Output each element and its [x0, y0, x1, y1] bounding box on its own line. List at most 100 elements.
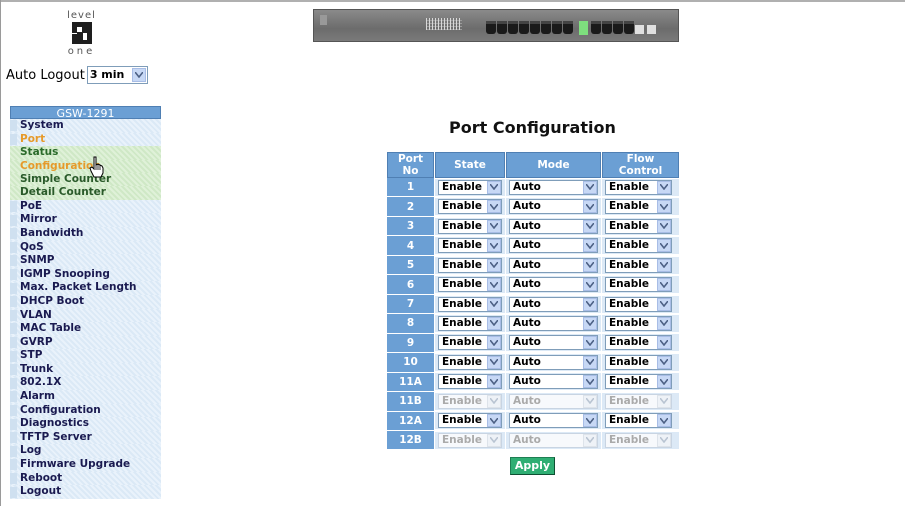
sidebar-item-gvrp[interactable]: GVRP — [10, 335, 161, 350]
mode-select[interactable]: Auto — [509, 374, 598, 390]
mode-select[interactable]: Auto — [509, 277, 598, 293]
sidebar-item-poe[interactable]: PoE — [10, 199, 161, 214]
chevron-down-icon[interactable] — [583, 414, 597, 428]
mode-select[interactable]: Auto — [509, 335, 598, 351]
chevron-down-icon[interactable] — [583, 180, 597, 194]
chevron-down-icon[interactable] — [657, 258, 671, 272]
sidebar-item-reboot[interactable]: Reboot — [10, 471, 161, 486]
sidebar-item-stp[interactable]: STP — [10, 349, 161, 363]
chevron-down-icon[interactable] — [487, 200, 501, 214]
chevron-down-icon[interactable] — [131, 68, 146, 82]
mode-select[interactable]: Auto — [509, 257, 598, 273]
sidebar-item-mirror[interactable]: Mirror — [10, 213, 161, 227]
apply-button[interactable]: Apply — [510, 457, 555, 475]
mode-select[interactable]: Auto — [509, 413, 598, 429]
chevron-down-icon[interactable] — [657, 200, 671, 214]
state-select[interactable]: Enable — [438, 315, 502, 331]
flow-control-select[interactable]: Enable — [605, 257, 672, 273]
mode-select[interactable]: Auto — [509, 296, 598, 312]
mode-select[interactable]: Auto — [509, 199, 598, 215]
sidebar-item-bandwidth[interactable]: Bandwidth — [10, 226, 161, 241]
state-select[interactable]: Enable — [438, 277, 502, 293]
sidebar-item-snmp[interactable]: SNMP — [10, 254, 161, 268]
sidebar-item-diagnostics[interactable]: Diagnostics — [10, 417, 161, 431]
state-select[interactable]: Enable — [438, 374, 502, 390]
state-select[interactable]: Enable — [438, 218, 502, 234]
sidebar-subitem-configuration[interactable]: Configuration — [10, 159, 161, 173]
sidebar-item-qos[interactable]: QoS — [10, 240, 161, 255]
state-select[interactable]: Enable — [438, 413, 502, 429]
chevron-down-icon[interactable] — [583, 297, 597, 311]
flow-control-select[interactable]: Enable — [605, 335, 672, 351]
chevron-down-icon[interactable] — [487, 355, 501, 369]
sidebar-item-mac-table[interactable]: MAC Table — [10, 322, 161, 336]
state-select[interactable]: Enable — [438, 296, 502, 312]
sidebar-subitem-simple-counter[interactable]: Simple Counter — [10, 172, 161, 187]
chevron-down-icon[interactable] — [657, 239, 671, 253]
sidebar-item-tftp-server[interactable]: TFTP Server — [10, 430, 161, 445]
chevron-down-icon[interactable] — [487, 258, 501, 272]
sidebar-item-trunk[interactable]: Trunk — [10, 362, 161, 377]
chevron-down-icon[interactable] — [657, 414, 671, 428]
flow-control-select[interactable]: Enable — [605, 354, 672, 370]
flow-control-select[interactable]: Enable — [605, 218, 672, 234]
chevron-down-icon[interactable] — [487, 375, 501, 389]
flow-control-select[interactable]: Enable — [605, 296, 672, 312]
chevron-down-icon[interactable] — [583, 239, 597, 253]
flow-control-select[interactable]: Enable — [605, 199, 672, 215]
sidebar-item-configuration[interactable]: Configuration — [10, 403, 161, 418]
chevron-down-icon[interactable] — [487, 414, 501, 428]
sidebar-item-802-1x[interactable]: 802.1X — [10, 376, 161, 391]
flow-control-select[interactable]: Enable — [605, 179, 672, 195]
flow-control-select[interactable]: Enable — [605, 238, 672, 254]
state-select[interactable]: Enable — [438, 199, 502, 215]
state-select[interactable]: Enable — [438, 354, 502, 370]
sidebar-subitem-detail-counter[interactable]: Detail Counter — [10, 186, 161, 200]
sidebar-item-firmware-upgrade[interactable]: Firmware Upgrade — [10, 458, 161, 472]
chevron-down-icon[interactable] — [487, 316, 501, 330]
mode-select[interactable]: Auto — [509, 354, 598, 370]
sidebar-item-igmp-snooping[interactable]: IGMP Snooping — [10, 267, 161, 282]
flow-control-select[interactable]: Enable — [605, 315, 672, 331]
sidebar-subitem-status[interactable]: Status — [10, 146, 161, 160]
chevron-down-icon[interactable] — [657, 278, 671, 292]
sidebar-item-log[interactable]: Log — [10, 444, 161, 459]
chevron-down-icon[interactable] — [657, 355, 671, 369]
chevron-down-icon[interactable] — [657, 297, 671, 311]
chevron-down-icon[interactable] — [657, 316, 671, 330]
sidebar-item-system[interactable]: System — [10, 119, 161, 133]
chevron-down-icon[interactable] — [657, 219, 671, 233]
chevron-down-icon[interactable] — [487, 297, 501, 311]
chevron-down-icon[interactable] — [583, 316, 597, 330]
chevron-down-icon[interactable] — [657, 180, 671, 194]
sidebar-item-port[interactable]: Port — [10, 132, 161, 147]
chevron-down-icon[interactable] — [583, 200, 597, 214]
state-select[interactable]: Enable — [438, 257, 502, 273]
state-select[interactable]: Enable — [438, 179, 502, 195]
flow-control-select[interactable]: Enable — [605, 413, 672, 429]
chevron-down-icon[interactable] — [583, 336, 597, 350]
chevron-down-icon[interactable] — [583, 278, 597, 292]
sidebar-item-dhcp-boot[interactable]: DHCP Boot — [10, 294, 161, 309]
sidebar-item-max-packet-length[interactable]: Max. Packet Length — [10, 281, 161, 295]
chevron-down-icon[interactable] — [583, 355, 597, 369]
chevron-down-icon[interactable] — [487, 278, 501, 292]
chevron-down-icon[interactable] — [583, 258, 597, 272]
auto-logout-select[interactable]: 3 min — [86, 66, 148, 84]
chevron-down-icon[interactable] — [583, 375, 597, 389]
state-select[interactable]: Enable — [438, 335, 502, 351]
chevron-down-icon[interactable] — [487, 180, 501, 194]
sidebar-item-logout[interactable]: Logout — [10, 485, 161, 499]
chevron-down-icon[interactable] — [487, 219, 501, 233]
sidebar-item-alarm[interactable]: Alarm — [10, 390, 161, 404]
mode-select[interactable]: Auto — [509, 179, 598, 195]
chevron-down-icon[interactable] — [657, 336, 671, 350]
chevron-down-icon[interactable] — [487, 336, 501, 350]
flow-control-select[interactable]: Enable — [605, 277, 672, 293]
mode-select[interactable]: Auto — [509, 315, 598, 331]
chevron-down-icon[interactable] — [487, 239, 501, 253]
flow-control-select[interactable]: Enable — [605, 374, 672, 390]
chevron-down-icon[interactable] — [657, 375, 671, 389]
chevron-down-icon[interactable] — [583, 219, 597, 233]
state-select[interactable]: Enable — [438, 238, 502, 254]
